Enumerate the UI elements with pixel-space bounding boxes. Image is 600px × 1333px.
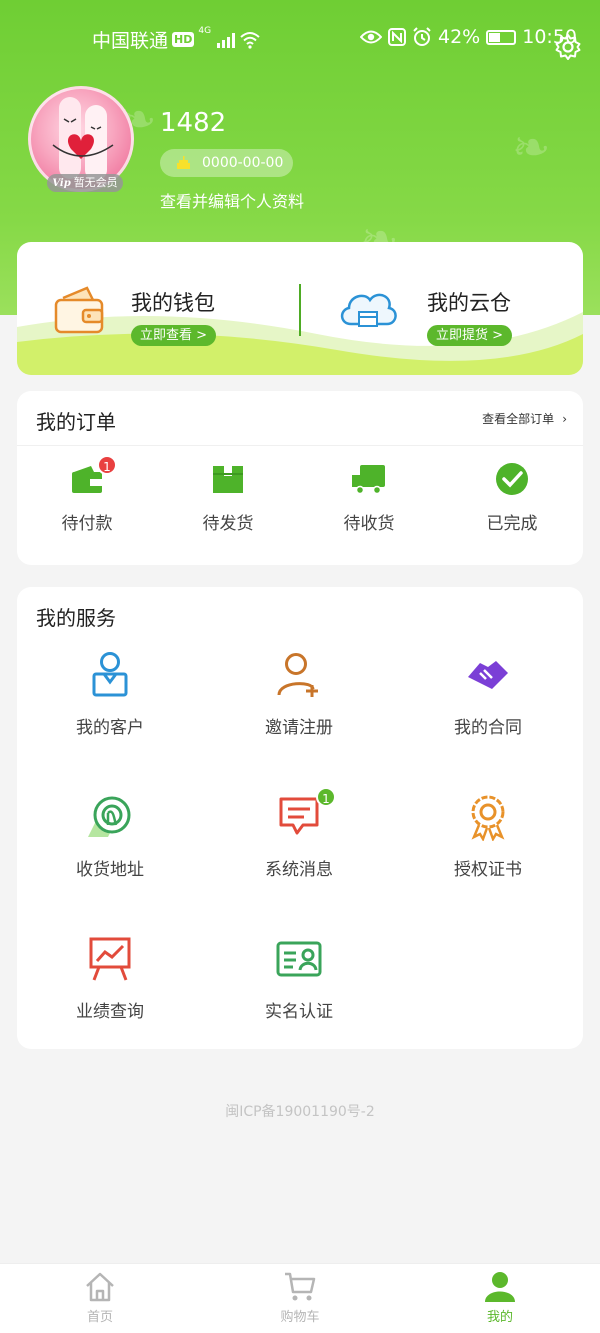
vip-label: 暂无会员 <box>73 176 118 189</box>
add-user-icon <box>277 653 318 697</box>
tab-cart[interactable]: 购物车 <box>240 1270 360 1325</box>
alarm-icon <box>413 27 431 46</box>
message-icon <box>279 797 319 835</box>
order-completed[interactable]: 已完成 <box>457 461 567 534</box>
order-label: 待发货 <box>202 514 254 534</box>
signal-icon <box>217 32 236 48</box>
order-label: 待付款 <box>61 514 113 534</box>
cloud-title: 我的云仓 <box>427 291 511 315</box>
network-label: 4G <box>198 26 212 36</box>
icp-license: 闽ICP备19001190号-2 <box>225 1104 375 1120</box>
tab-label: 我的 <box>486 1310 513 1325</box>
cloud-warehouse-icon <box>340 293 397 327</box>
service-system-messages[interactable]: 1 系统消息 <box>224 787 374 880</box>
nfc-icon <box>388 28 406 46</box>
bottom-tabbar: 首页 购物车 我的 <box>0 1263 600 1333</box>
unpaid-badge: 1 <box>97 455 117 475</box>
certificate-icon <box>471 795 505 841</box>
orders-title: 我的订单 <box>36 410 116 434</box>
service-real-name-verification[interactable]: 实名认证 <box>224 935 374 1022</box>
chevron-right-icon: › <box>562 412 567 426</box>
order-label: 待收货 <box>343 514 395 534</box>
truck-icon <box>352 465 385 495</box>
service-label: 业绩查询 <box>76 1002 144 1022</box>
service-label: 授权证书 <box>454 860 522 880</box>
service-my-contracts[interactable]: 我的合同 <box>413 651 563 738</box>
orders-card: 我的订单 查看全部订单 › 1 待付款 待发货 待收货 已完成 <box>17 391 583 565</box>
customer-icon <box>92 652 128 697</box>
message-badge: 1 <box>316 787 336 807</box>
box-icon <box>213 466 243 493</box>
carrier-label: 中国联通 <box>92 30 169 52</box>
eye-icon <box>360 30 382 44</box>
service-performance-query[interactable]: 业绩查询 <box>35 935 185 1022</box>
service-shipping-address[interactable]: 收货地址 <box>35 793 185 880</box>
divider <box>17 445 583 446</box>
service-invite-register[interactable]: 邀请注册 <box>224 651 374 738</box>
handshake-icon <box>468 661 508 689</box>
service-label: 实名认证 <box>265 1002 333 1022</box>
tab-home[interactable]: 首页 <box>40 1270 160 1325</box>
wallet-view-button[interactable]: 立即查看 > <box>131 325 217 346</box>
services-card: 我的服务 我的客户 邀请注册 我的合同 收货地址 1 系统消息 授权证书 业绩查… <box>17 587 583 1049</box>
decor-leaf: ❧ <box>512 120 551 174</box>
battery-icon <box>486 29 517 45</box>
view-all-orders-label: 查看全部订单 <box>482 412 555 426</box>
chart-board-icon <box>89 937 131 981</box>
service-my-customers[interactable]: 我的客户 <box>35 651 185 738</box>
service-label: 邀请注册 <box>265 718 333 738</box>
status-bar: 中国联通 HD 4G 42% 10:50 <box>0 24 600 54</box>
vip-mark: Vip <box>52 178 71 189</box>
tab-label: 购物车 <box>280 1310 320 1325</box>
service-authorization-certificate[interactable]: 授权证书 <box>413 793 563 880</box>
service-label: 我的合同 <box>454 718 522 738</box>
wallet-title: 我的钱包 <box>131 291 215 315</box>
edit-profile-link[interactable]: 查看并编辑个人资料 <box>160 188 304 212</box>
view-all-orders-link[interactable]: 查看全部订单 › <box>482 410 567 427</box>
cart-icon <box>285 1272 316 1301</box>
birthday-pill: 0000-00-00 <box>160 149 293 177</box>
wallet-icon <box>54 286 104 334</box>
order-pending-payment[interactable]: 1 待付款 <box>32 455 142 534</box>
tab-label: 首页 <box>86 1310 113 1325</box>
service-label: 收货地址 <box>76 860 144 880</box>
cloud-pickup-button[interactable]: 立即提货 > <box>427 325 513 346</box>
battery-percent: 42% <box>438 26 481 48</box>
cake-icon <box>177 156 190 169</box>
birthday-date: 0000-00-00 <box>202 155 284 171</box>
hd-badge: HD <box>172 32 195 47</box>
service-label: 系统消息 <box>265 860 333 880</box>
order-pending-shipment[interactable]: 待发货 <box>173 461 283 534</box>
user-icon <box>485 1272 515 1302</box>
order-pending-receipt[interactable]: 待收货 <box>314 461 424 534</box>
location-icon <box>88 796 131 837</box>
service-label: 我的客户 <box>76 718 144 738</box>
settings-gear-icon[interactable] <box>554 33 582 61</box>
id-card-icon <box>276 941 322 977</box>
wifi-icon <box>240 31 260 49</box>
services-title: 我的服务 <box>36 606 116 630</box>
card-divider <box>299 284 301 336</box>
tab-mine[interactable]: 我的 <box>440 1270 560 1325</box>
user-id: 1482 <box>160 108 227 138</box>
check-circle-icon <box>496 463 528 495</box>
home-icon <box>86 1272 114 1302</box>
wallet-cloud-card: 我的钱包 立即查看 > 我的云仓 立即提货 > <box>17 242 583 375</box>
vip-badge: Vip 暂无会员 <box>47 174 123 192</box>
order-label: 已完成 <box>486 514 538 534</box>
